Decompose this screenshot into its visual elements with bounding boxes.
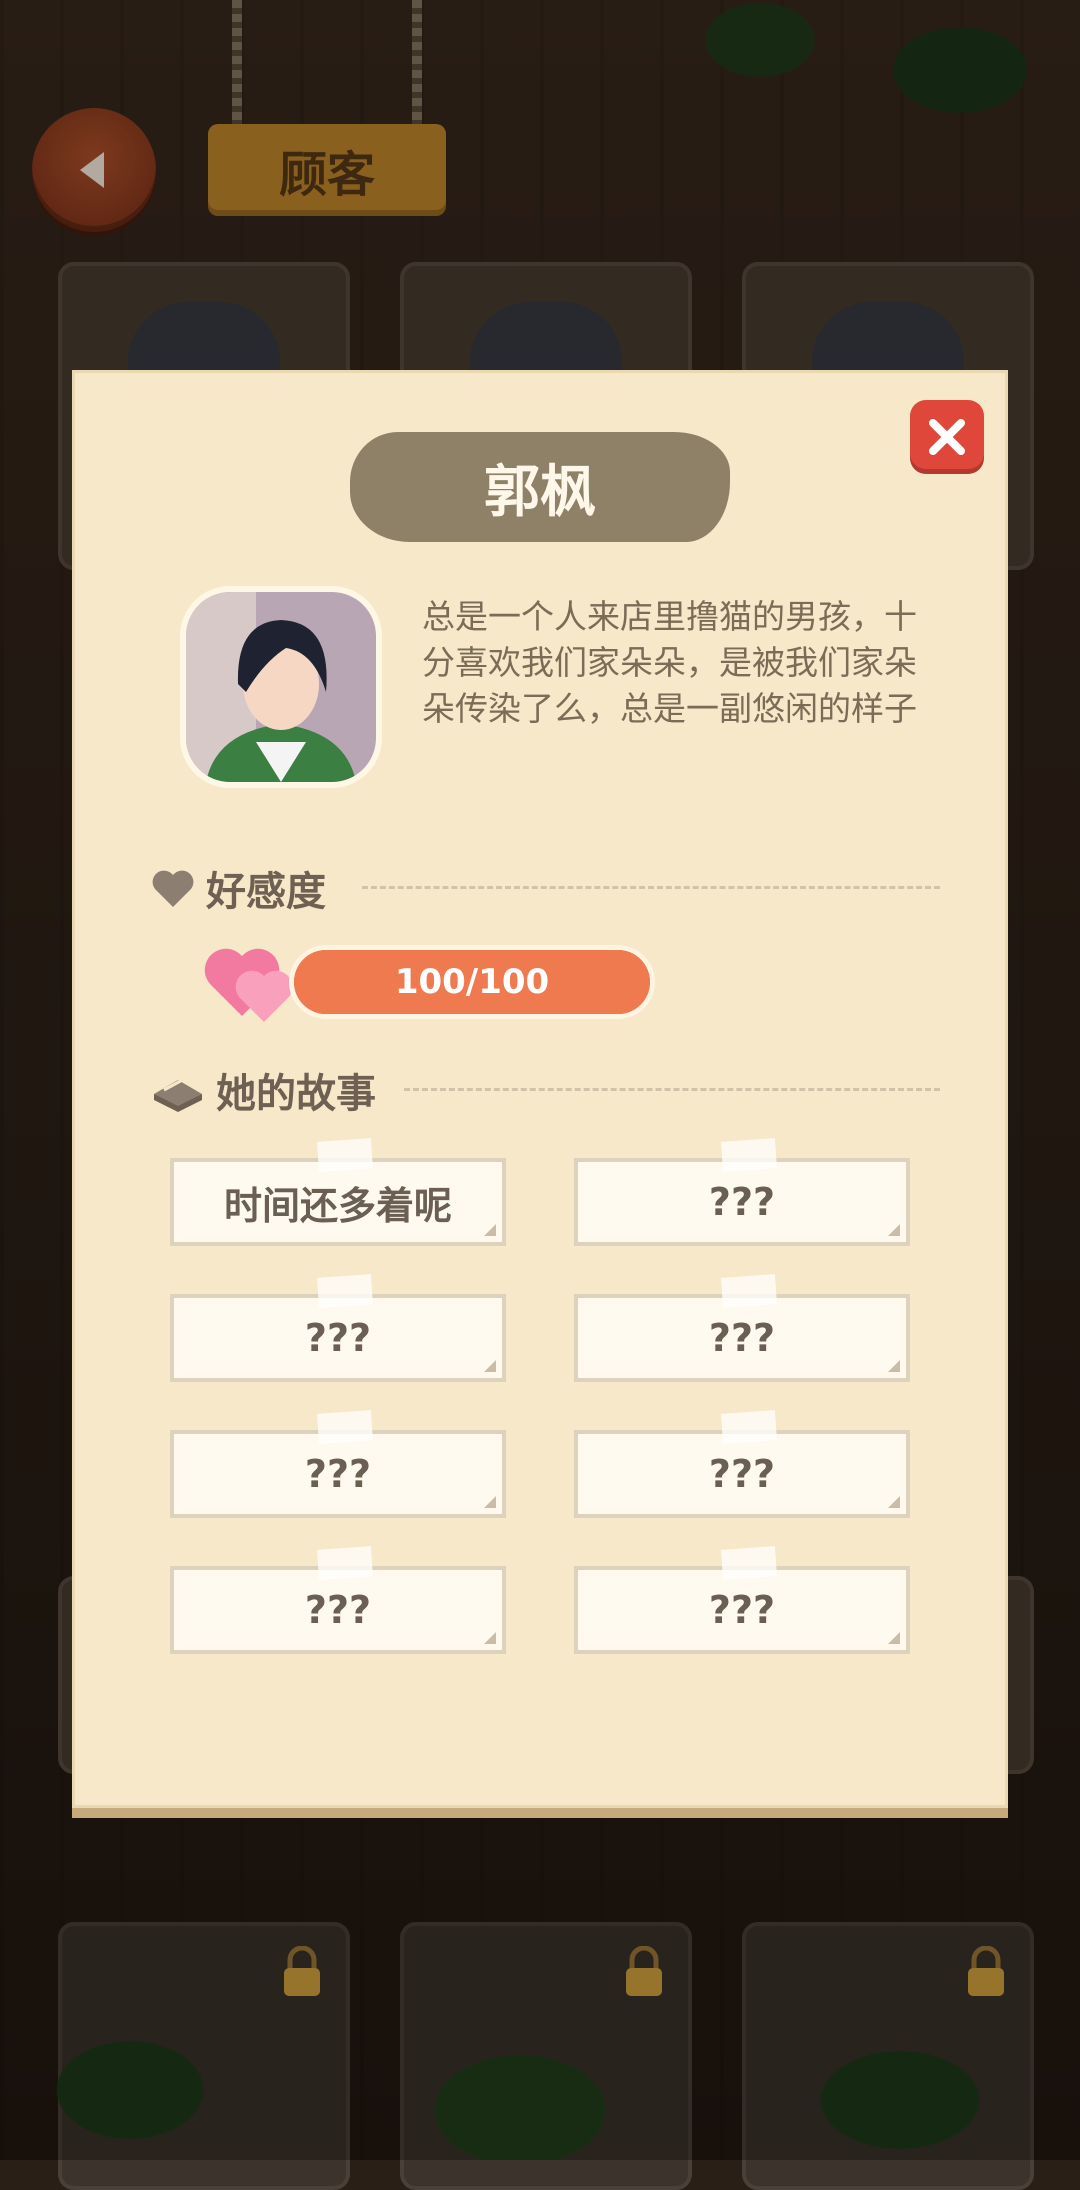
tape-decoration bbox=[317, 1410, 373, 1444]
close-icon bbox=[929, 419, 965, 455]
story-title: ??? bbox=[304, 1588, 372, 1632]
customer-avatar bbox=[186, 592, 376, 782]
corner-decoration bbox=[484, 1224, 496, 1236]
close-button[interactable] bbox=[910, 400, 984, 474]
divider bbox=[362, 886, 940, 889]
tape-decoration bbox=[317, 1546, 373, 1580]
story-item[interactable]: 时间还多着呢 bbox=[170, 1138, 506, 1246]
story-header: 她的故事 bbox=[150, 1062, 376, 1118]
heart-icon bbox=[152, 870, 194, 907]
corner-decoration bbox=[888, 1496, 900, 1508]
story-item[interactable]: ??? bbox=[170, 1546, 506, 1654]
story-item[interactable]: ??? bbox=[574, 1410, 910, 1518]
story-title: ??? bbox=[708, 1588, 776, 1632]
affection-header: 好感度 bbox=[150, 860, 326, 916]
customer-name: 郭枫 bbox=[484, 459, 596, 525]
corner-decoration bbox=[888, 1632, 900, 1644]
tape-decoration bbox=[721, 1410, 777, 1444]
tape-decoration bbox=[721, 1274, 777, 1308]
story-item[interactable]: ??? bbox=[170, 1410, 506, 1518]
story-title: 时间还多着呢 bbox=[223, 1183, 452, 1228]
corner-decoration bbox=[484, 1496, 496, 1508]
story-title: ??? bbox=[708, 1316, 776, 1360]
story-item[interactable]: ??? bbox=[170, 1274, 506, 1382]
affection-value: 100/100 bbox=[394, 962, 550, 1002]
corner-decoration bbox=[888, 1224, 900, 1236]
tape-decoration bbox=[317, 1274, 373, 1308]
customer-detail-modal: 郭枫 总是一个人来店里撸猫的男孩，十分喜欢我们家朵朵，是被我们家朵朵传染了么，总… bbox=[72, 370, 1008, 1808]
story-title: ??? bbox=[304, 1452, 372, 1496]
story-title: ??? bbox=[708, 1452, 776, 1496]
name-banner: 郭枫 bbox=[350, 432, 730, 542]
affection-label: 好感度 bbox=[206, 869, 326, 915]
divider bbox=[404, 1088, 940, 1091]
story-title: ??? bbox=[708, 1180, 776, 1224]
customer-description: 总是一个人来店里撸猫的男孩，十分喜欢我们家朵朵，是被我们家朵朵传染了么，总是一副… bbox=[422, 597, 917, 728]
tape-decoration bbox=[721, 1546, 777, 1580]
corner-decoration bbox=[888, 1360, 900, 1372]
affection-bar: 100/100 bbox=[294, 950, 650, 1014]
story-item[interactable]: ??? bbox=[574, 1546, 910, 1654]
story-label: 她的故事 bbox=[216, 1071, 376, 1117]
corner-decoration bbox=[484, 1632, 496, 1644]
tape-decoration bbox=[721, 1138, 777, 1172]
story-item[interactable]: ??? bbox=[574, 1138, 910, 1246]
story-item[interactable]: ??? bbox=[574, 1274, 910, 1382]
double-heart-icon bbox=[204, 948, 293, 1022]
tape-decoration bbox=[317, 1138, 373, 1172]
story-title: ??? bbox=[304, 1316, 372, 1360]
affection-meter: 100/100 bbox=[202, 938, 672, 1028]
book-icon bbox=[154, 1076, 202, 1112]
corner-decoration bbox=[484, 1360, 496, 1372]
